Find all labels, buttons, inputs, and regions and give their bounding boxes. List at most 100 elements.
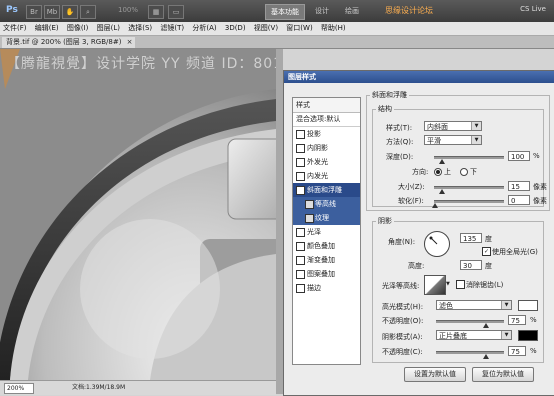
arrange-icon[interactable]: ▦ [148,5,164,19]
depth-label: 深度(D): [386,153,414,161]
checkbox-icon[interactable] [296,144,305,153]
minibridge-icon[interactable]: Mb [44,5,60,19]
style-item-pattern-overlay[interactable]: 图案叠加 [293,267,360,281]
workspace-painting[interactable]: 绘画 [340,4,364,18]
zoom-tool-icon[interactable]: ⌕ [80,5,96,19]
chevron-down-icon: ▼ [501,301,511,309]
angle-input[interactable]: 135 [460,233,482,243]
bridge-icon[interactable]: Br [26,5,42,19]
workspace-design[interactable]: 设计 [310,4,334,18]
shading-title: 阴影 [376,216,394,226]
shadow-color-swatch[interactable] [518,330,538,341]
style-item-texture[interactable]: 纹理 [293,211,360,225]
screen-mode-icon[interactable]: ▭ [168,5,184,19]
style-item-bevel-emboss[interactable]: ✓ 斜面和浮雕 [293,183,360,197]
checkbox-icon[interactable] [296,284,305,293]
document-canvas[interactable]: 【腾龍視覺】设计学院 YY 频道 ID：80101 [0,49,276,380]
checkbox-icon[interactable] [296,158,305,167]
shadow-mode-select[interactable]: 正片叠底 ▼ [436,330,512,340]
menu-image[interactable]: 图像(I) [64,22,92,35]
menu-select[interactable]: 选择(S) [125,22,155,35]
highlight-opacity-label: 不透明度(O): [382,317,424,325]
shadow-opacity-thumb[interactable] [483,354,489,359]
style-item-drop-shadow[interactable]: 投影 [293,127,360,141]
checkbox-icon[interactable] [296,130,305,139]
gloss-contour-preview[interactable] [424,275,446,295]
status-bar: 200% 文档:1.39M/18.9M [0,380,276,395]
workspace-essentials[interactable]: 基本功能 [265,4,305,20]
soften-input[interactable]: 0 [508,195,530,205]
cs-live-button[interactable]: CS Live [520,5,546,13]
style-item-satin[interactable]: 光泽 [293,225,360,239]
menu-3d[interactable]: 3D(D) [222,22,249,35]
menu-file[interactable]: 文件(F) [0,22,30,35]
direction-down-radio[interactable] [460,168,468,176]
altitude-unit: 度 [485,262,492,270]
checkbox-icon[interactable] [296,172,305,181]
close-tab-icon[interactable]: × [127,37,133,48]
highlight-opacity-slider[interactable] [436,320,504,323]
checkbox-icon[interactable] [296,242,305,251]
depth-slider-thumb[interactable] [439,159,445,164]
doc-size: 文档:1.39M/18.9M [72,384,126,391]
app-bar: Ps Br Mb ✋ ⌕ 100% ▦ ▭ 基本功能 设计 绘画 思缘设计论坛 … [0,0,554,22]
soften-unit: 像素 [533,197,547,205]
zoom-input[interactable]: 200% [4,383,34,394]
menu-edit[interactable]: 编辑(E) [32,22,62,35]
chevron-down-icon[interactable]: ▼ [446,281,450,287]
set-default-button[interactable]: 设置为默认值 [404,367,466,382]
menu-window[interactable]: 窗口(W) [283,22,315,35]
style-item-color-overlay[interactable]: 颜色叠加 [293,239,360,253]
style-item-outer-glow[interactable]: 外发光 [293,155,360,169]
menu-view[interactable]: 视图(V) [251,22,281,35]
chevron-down-icon: ▼ [471,136,481,144]
highlight-opacity-input[interactable]: 75 [508,315,526,325]
soften-slider-thumb[interactable] [432,203,438,208]
menu-layer[interactable]: 图层(L) [94,22,123,35]
size-label: 大小(Z): [398,183,425,191]
blend-options-item[interactable]: 混合选项:默认 [293,113,360,127]
size-unit: 像素 [533,183,547,191]
depth-unit: % [533,152,540,160]
size-slider-thumb[interactable] [439,189,445,194]
checkbox-icon[interactable] [296,256,305,265]
checkbox-icon[interactable] [296,270,305,279]
checkbox-icon[interactable] [305,200,314,209]
technique-select[interactable]: 平滑 ▼ [424,135,482,145]
menu-analysis[interactable]: 分析(A) [189,22,219,35]
styles-header[interactable]: 样式 [293,98,360,113]
photoshop-logo: Ps [6,5,18,15]
style-item-inner-glow[interactable]: 内发光 [293,169,360,183]
depth-input[interactable]: 100 [508,151,530,161]
menu-filter[interactable]: 滤镜(T) [157,22,187,35]
size-input[interactable]: 15 [508,181,530,191]
style-item-gradient-overlay[interactable]: 渐变叠加 [293,253,360,267]
direction-up-radio[interactable] [434,168,442,176]
reset-default-button[interactable]: 复位为默认值 [472,367,534,382]
highlight-opacity-thumb[interactable] [483,323,489,328]
checkbox-icon[interactable] [296,228,305,237]
direction-down-label: 下 [470,168,477,176]
angle-dial[interactable] [424,231,450,257]
angle-unit: 度 [485,235,492,243]
shadow-opacity-input[interactable]: 75 [508,346,526,356]
altitude-input[interactable]: 30 [460,260,482,270]
style-item-contour[interactable]: 等高线 [293,197,360,211]
style-item-stroke[interactable]: 描边 [293,281,360,295]
document-tab[interactable]: 背景.tif @ 200% (图层 3, RGB/8#) × [2,37,136,48]
soften-slider[interactable] [434,200,504,203]
highlight-mode-select[interactable]: 滤色 ▼ [436,300,512,310]
highlight-color-swatch[interactable] [518,300,538,311]
hand-icon[interactable]: ✋ [62,5,78,19]
angle-label: 角度(N): [388,238,416,246]
zoom-display[interactable]: 100% [118,6,138,14]
bevel-style-select[interactable]: 内斜面 ▼ [424,121,482,131]
canvas-artwork [0,49,276,380]
menu-help[interactable]: 帮助(H) [318,22,349,35]
checkbox-icon[interactable] [305,214,314,223]
global-light-checkbox[interactable]: ✓ [482,247,491,256]
antialias-checkbox[interactable] [456,280,465,289]
style-item-inner-shadow[interactable]: 内阴影 [293,141,360,155]
shadow-opacity-slider[interactable] [436,351,504,354]
checkbox-checked-icon[interactable]: ✓ [296,186,305,195]
